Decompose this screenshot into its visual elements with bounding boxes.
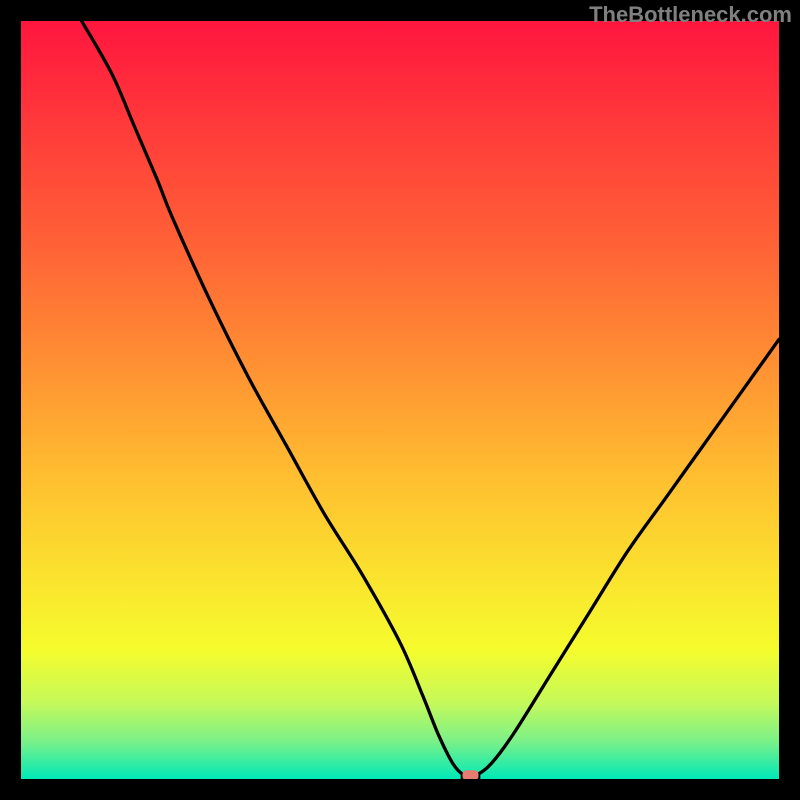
chart-frame: TheBottleneck.com [0,0,800,800]
watermark-label: TheBottleneck.com [589,2,792,28]
chart-plot-area [21,21,779,779]
marker-dot [462,770,478,779]
chart-svg [21,21,779,779]
chart-background [21,21,779,779]
